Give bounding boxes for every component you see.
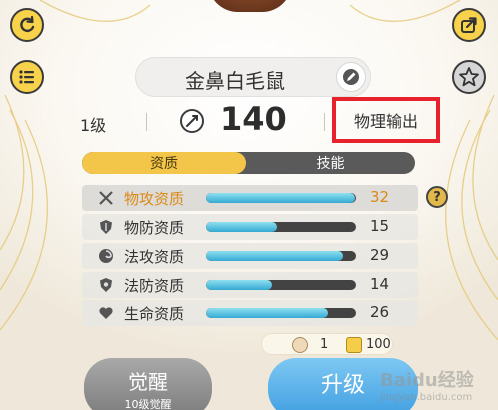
aptitude-label: 物攻资质 — [124, 190, 185, 208]
divider — [146, 113, 147, 131]
awaken-requirement: 10级觉醒 — [124, 398, 172, 410]
pet-level: 1级 — [80, 116, 107, 135]
aptitude-bar-fill — [206, 308, 328, 318]
pet-summary: 1级 140 物理输出 — [60, 97, 440, 144]
divider — [324, 113, 325, 131]
detail-tabs: 资质 技能 — [82, 152, 415, 174]
power-icon — [180, 109, 204, 133]
aptitude-row: 物防资质 15 — [82, 214, 418, 240]
pet-name: 金鼻白毛鼠 — [185, 69, 285, 93]
aptitude-value: 15 — [370, 217, 390, 235]
aptitude-bar — [206, 193, 356, 203]
star-icon — [459, 67, 479, 87]
favorite-button[interactable] — [452, 60, 486, 94]
aptitude-bar — [206, 308, 356, 318]
aptitude-value: 14 — [370, 275, 390, 293]
combat-power: 140 — [220, 100, 287, 138]
list-icon — [19, 70, 34, 84]
tab-skills[interactable]: 技能 — [246, 152, 415, 174]
shield-icon — [98, 219, 114, 235]
watermark-brand: Baidu经验 — [380, 370, 474, 391]
upgrade-cost: 1 100 — [261, 333, 393, 355]
aptitude-label: 物防资质 — [124, 219, 185, 237]
help-button[interactable]: ? — [426, 186, 448, 208]
back-button[interactable] — [10, 8, 44, 42]
aptitude-bar-fill — [206, 251, 343, 261]
edit-icon — [343, 69, 359, 85]
refresh-icon — [20, 15, 35, 33]
aptitude-row: 物攻资质 32 — [82, 185, 418, 211]
aptitude-value: 26 — [370, 303, 390, 321]
menu-button[interactable] — [10, 60, 44, 94]
share-icon — [461, 17, 477, 33]
aptitude-row: 生命资质 26 — [82, 300, 418, 326]
swords-icon — [98, 190, 114, 206]
aptitude-bar-fill — [206, 280, 272, 290]
aptitude-label: 法防资质 — [124, 277, 185, 295]
heart-icon — [98, 305, 114, 321]
watermark-domain: jingyan.baidu.com — [380, 392, 473, 403]
aptitude-value: 29 — [370, 246, 390, 264]
aptitude-row: 法防资质 14 — [82, 272, 418, 298]
aptitude-value: 32 — [370, 188, 390, 206]
rename-button[interactable] — [336, 62, 366, 92]
aptitude-bar-fill — [206, 222, 277, 232]
magic-swirl-icon — [98, 248, 114, 264]
exp-item-icon — [292, 337, 308, 353]
share-button[interactable] — [452, 8, 486, 42]
aptitude-bar — [206, 222, 356, 232]
aptitude-bar-fill — [206, 193, 355, 203]
coin-count: 100 — [366, 337, 391, 352]
aptitude-label: 法攻资质 — [124, 248, 185, 266]
exp-item-count: 1 — [320, 337, 329, 352]
pet-role: 物理输出 — [332, 97, 440, 143]
pet-name-plate: 金鼻白毛鼠 — [135, 57, 371, 97]
awaken-label: 觉醒 — [128, 370, 168, 394]
aptitude-label: 生命资质 — [124, 305, 185, 323]
coin-icon — [346, 337, 362, 353]
tab-aptitude[interactable]: 资质 — [82, 152, 246, 174]
aptitude-bar — [206, 280, 356, 290]
aptitude-row: 法攻资质 29 — [82, 243, 418, 269]
aptitude-bar — [206, 251, 356, 261]
awaken-button[interactable]: 觉醒 10级觉醒 — [84, 358, 212, 410]
magic-shield-icon — [98, 277, 114, 293]
watermark: Baidu经验 jingyan.baidu.com — [380, 366, 496, 406]
